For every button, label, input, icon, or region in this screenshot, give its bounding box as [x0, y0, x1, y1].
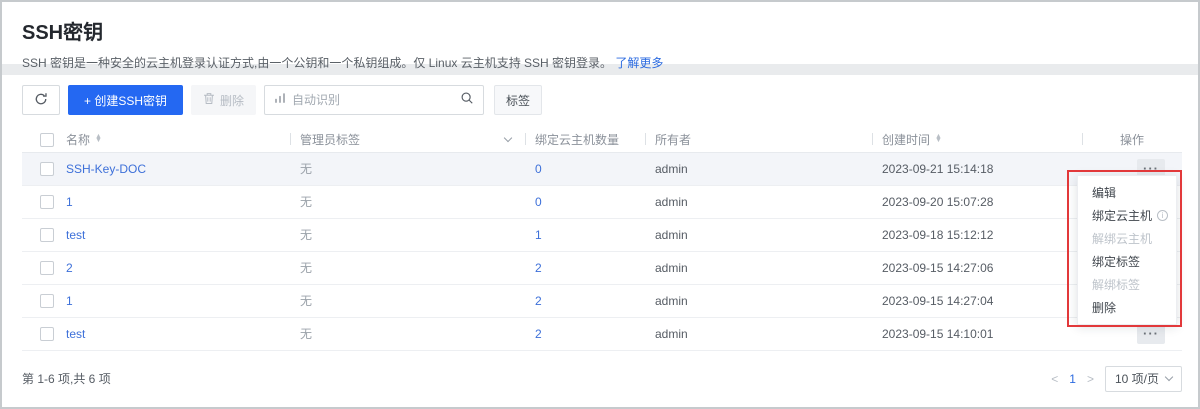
bound-count-link[interactable]: 1 — [535, 228, 542, 242]
bound-count-link[interactable]: 2 — [535, 327, 542, 341]
row-checkbox[interactable] — [40, 261, 54, 275]
admin-tag-value: 无 — [300, 162, 312, 176]
row-checkbox[interactable] — [40, 327, 54, 341]
table-header-row: 名称 ▲▼ 管理员标签 绑定云主机数量 所有者 创建时间 — [22, 127, 1182, 152]
delete-button[interactable]: 删除 — [191, 85, 256, 115]
ssh-key-name-link[interactable]: SSH-Key-DOC — [66, 162, 146, 176]
bound-count-link[interactable]: 2 — [535, 294, 542, 308]
row-actions-more-button[interactable]: ··· — [1137, 324, 1165, 344]
search-input[interactable] — [292, 93, 454, 107]
page-title: SSH密钥 — [22, 16, 1178, 45]
page-size-select[interactable]: 10 项/页 — [1105, 366, 1182, 392]
table-row: 1 无 2 admin 2023-09-15 14:27:04 ··· — [22, 284, 1182, 317]
table-row: test 无 1 admin 2023-09-18 15:12:12 ··· — [22, 218, 1182, 251]
ssh-key-page: SSH密钥 SSH 密钥是一种安全的云主机登录认证方式,由一个公钥和一个私钥组成… — [0, 0, 1200, 409]
page-header: SSH密钥 SSH 密钥是一种安全的云主机登录认证方式,由一个公钥和一个私钥组成… — [2, 2, 1198, 64]
items-summary: 第 1-6 项,共 6 项 — [22, 370, 111, 387]
ssh-key-name-link[interactable]: 1 — [66, 294, 73, 308]
row-checkbox[interactable] — [40, 294, 54, 308]
ssh-key-name-link[interactable]: test — [66, 327, 85, 341]
owner-value: admin — [655, 195, 688, 209]
column-header-name: 名称 — [66, 131, 90, 148]
learn-more-link[interactable]: 了解更多 — [615, 56, 663, 70]
owner-value: admin — [655, 327, 688, 341]
table-row: test 无 2 admin 2023-09-15 14:10:01 ··· — [22, 317, 1182, 350]
action-menu-item[interactable]: 解绑云主机 i — [1078, 227, 1176, 250]
action-menu-item[interactable]: 编辑 i — [1078, 181, 1176, 204]
action-menu-item-label: 删除 — [1092, 299, 1116, 316]
row-checkbox[interactable] — [40, 228, 54, 242]
action-menu-item[interactable]: 删除 i — [1078, 296, 1176, 319]
action-menu-item[interactable]: 绑定云主机 i — [1078, 204, 1176, 227]
owner-value: admin — [655, 162, 688, 176]
column-header-admin-tag: 管理员标签 — [300, 131, 360, 148]
action-menu-item-label: 绑定标签 — [1092, 253, 1140, 270]
created-time-value: 2023-09-15 14:27:04 — [882, 294, 993, 308]
ssh-key-name-link[interactable]: 2 — [66, 261, 73, 275]
admin-tag-value: 无 — [300, 195, 312, 209]
toolbar: + 创建SSH密钥 删除 标签 — [22, 85, 1178, 115]
created-time-value: 2023-09-20 15:07:28 — [882, 195, 993, 209]
column-header-bound-count: 绑定云主机数量 — [535, 131, 619, 148]
admin-tag-value: 无 — [300, 294, 312, 308]
table-row: 2 无 2 admin 2023-09-15 14:27:06 ··· — [22, 251, 1182, 284]
created-time-value: 2023-09-15 14:10:01 — [882, 327, 993, 341]
action-menu-item-label: 编辑 — [1092, 184, 1116, 201]
search-icon[interactable] — [460, 91, 474, 110]
sort-created-icon[interactable]: ▲▼ — [935, 135, 942, 143]
owner-value: admin — [655, 261, 688, 275]
created-time-value: 2023-09-21 15:14:18 — [882, 162, 993, 176]
current-page-number[interactable]: 1 — [1069, 372, 1076, 386]
created-time-value: 2023-09-18 15:12:12 — [882, 228, 993, 242]
create-ssh-key-button[interactable]: + 创建SSH密钥 — [68, 85, 183, 115]
page-subtitle-text: SSH 密钥是一种安全的云主机登录认证方式,由一个公钥和一个私钥组成。仅 Lin… — [22, 56, 612, 70]
pagination: < 1 > 10 项/页 — [1051, 366, 1182, 392]
table-row: SSH-Key-DOC 无 0 admin 2023-09-21 15:14:1… — [22, 152, 1182, 185]
action-menu-item-label: 解绑云主机 — [1092, 230, 1152, 247]
admin-tag-value: 无 — [300, 228, 312, 242]
delete-button-label: 删除 — [220, 92, 244, 109]
info-icon: i — [1157, 210, 1168, 221]
bound-count-link[interactable]: 0 — [535, 162, 542, 176]
content-panel: + 创建SSH密钥 删除 标签 — [2, 75, 1198, 407]
bound-count-link[interactable]: 2 — [535, 261, 542, 275]
filter-bars-icon — [274, 91, 286, 109]
admin-tag-value: 无 — [300, 261, 312, 275]
refresh-icon — [34, 92, 48, 109]
table-row: 1 无 0 admin 2023-09-20 15:07:28 ··· — [22, 185, 1182, 218]
row-checkbox[interactable] — [40, 195, 54, 209]
created-time-value: 2023-09-15 14:27:06 — [882, 261, 993, 275]
owner-value: admin — [655, 294, 688, 308]
column-header-created: 创建时间 — [882, 131, 930, 148]
bound-count-link[interactable]: 0 — [535, 195, 542, 209]
next-page-button[interactable]: > — [1087, 372, 1094, 386]
trash-icon — [203, 92, 215, 108]
admin-tag-filter-chevron-down-icon[interactable] — [504, 134, 512, 142]
prev-page-button[interactable]: < — [1051, 372, 1058, 386]
column-header-actions: 操作 — [1120, 133, 1144, 147]
row-actions-dropdown-menu: 编辑 i 绑定云主机 i 解绑云主机 i 绑定标签 i — [1077, 175, 1177, 325]
search-box[interactable] — [264, 85, 484, 115]
row-checkbox[interactable] — [40, 162, 54, 176]
action-menu-item[interactable]: 绑定标签 i — [1078, 250, 1176, 273]
tag-button[interactable]: 标签 — [494, 85, 542, 115]
ssh-key-name-link[interactable]: 1 — [66, 195, 73, 209]
page-size-value: 10 项/页 — [1115, 370, 1159, 387]
ssh-key-table: 名称 ▲▼ 管理员标签 绑定云主机数量 所有者 创建时间 — [22, 127, 1182, 351]
sort-name-icon[interactable]: ▲▼ — [95, 135, 102, 143]
admin-tag-value: 无 — [300, 327, 312, 341]
column-header-owner: 所有者 — [655, 131, 691, 148]
action-menu-item-label: 解绑标签 — [1092, 276, 1140, 293]
table-footer: 第 1-6 项,共 6 项 < 1 > 10 项/页 — [22, 351, 1182, 407]
action-menu-item[interactable]: 解绑标签 i — [1078, 273, 1176, 296]
select-all-checkbox[interactable] — [40, 133, 54, 147]
action-menu-item-label: 绑定云主机 — [1092, 207, 1152, 224]
owner-value: admin — [655, 228, 688, 242]
ssh-key-name-link[interactable]: test — [66, 228, 85, 242]
refresh-button[interactable] — [22, 85, 60, 115]
page-size-chevron-down-icon — [1165, 373, 1173, 381]
